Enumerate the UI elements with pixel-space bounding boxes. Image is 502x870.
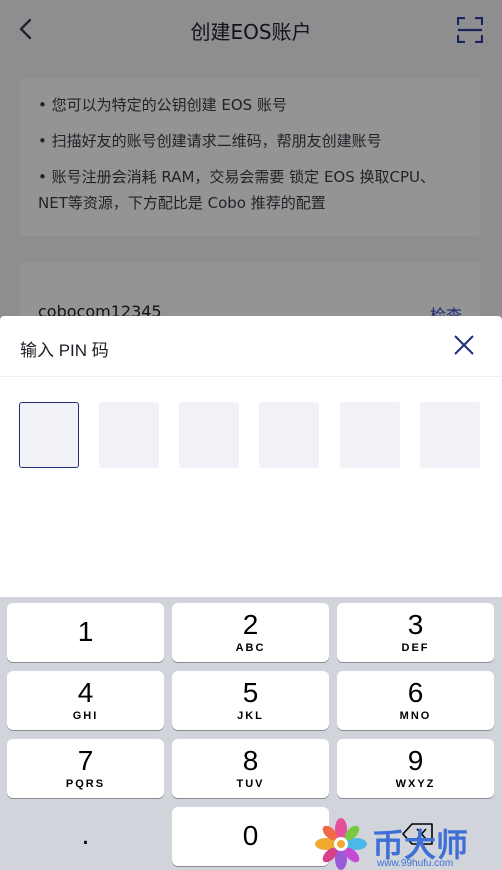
pin-sheet-title: 输入 PIN 码 — [20, 341, 109, 360]
pin-sheet: 输入 PIN 码 — [0, 316, 502, 598]
key-digit: 8 — [242, 745, 259, 776]
key-dot[interactable]: . — [7, 807, 164, 866]
pin-digit-box[interactable] — [99, 402, 159, 468]
key-digit: 0 — [242, 820, 259, 851]
key-5[interactable]: 5 JKL — [172, 671, 329, 730]
key-letters: MNO — [399, 710, 432, 722]
key-8[interactable]: 8 TUV — [172, 739, 329, 798]
key-digit: 4 — [77, 677, 94, 708]
key-digit: 3 — [407, 609, 424, 640]
pin-digit-box[interactable] — [19, 402, 79, 468]
key-letters: PQRS — [65, 778, 106, 790]
watermark: 币大师 www.99hufu.com — [315, 818, 500, 870]
key-digit: 6 — [407, 677, 424, 708]
key-6[interactable]: 6 MNO — [337, 671, 494, 730]
watermark-url: www.99hufu.com — [377, 858, 454, 869]
key-letters: WXYZ — [395, 778, 436, 790]
key-4[interactable]: 4 GHI — [7, 671, 164, 730]
key-letters: TUV — [236, 778, 265, 790]
pin-digit-box[interactable] — [259, 402, 319, 468]
key-digit: 2 — [242, 609, 259, 640]
key-digit: 5 — [242, 677, 259, 708]
key-digit: 9 — [407, 745, 424, 776]
pin-digit-box[interactable] — [340, 402, 400, 468]
key-letters: ABC — [235, 642, 266, 654]
pin-digit-box[interactable] — [179, 402, 239, 468]
key-3[interactable]: 3 DEF — [337, 603, 494, 662]
key-letters: JKL — [237, 710, 264, 722]
key-7[interactable]: 7 PQRS — [7, 739, 164, 798]
key-digit: 7 — [77, 745, 94, 776]
key-9[interactable]: 9 WXYZ — [337, 739, 494, 798]
close-icon[interactable] — [451, 332, 477, 358]
flower-logo-icon — [315, 818, 367, 870]
key-1[interactable]: 1 — [7, 603, 164, 662]
key-2[interactable]: 2 ABC — [172, 603, 329, 662]
key-letters: DEF — [401, 642, 430, 654]
pin-input-row[interactable] — [19, 402, 483, 468]
key-digit: 1 — [77, 616, 94, 647]
pin-sheet-header: 输入 PIN 码 — [0, 316, 502, 377]
key-letters: GHI — [72, 710, 99, 722]
pin-digit-box[interactable] — [420, 402, 480, 468]
key-digit: . — [81, 821, 90, 851]
key-0[interactable]: 0 — [172, 807, 329, 866]
